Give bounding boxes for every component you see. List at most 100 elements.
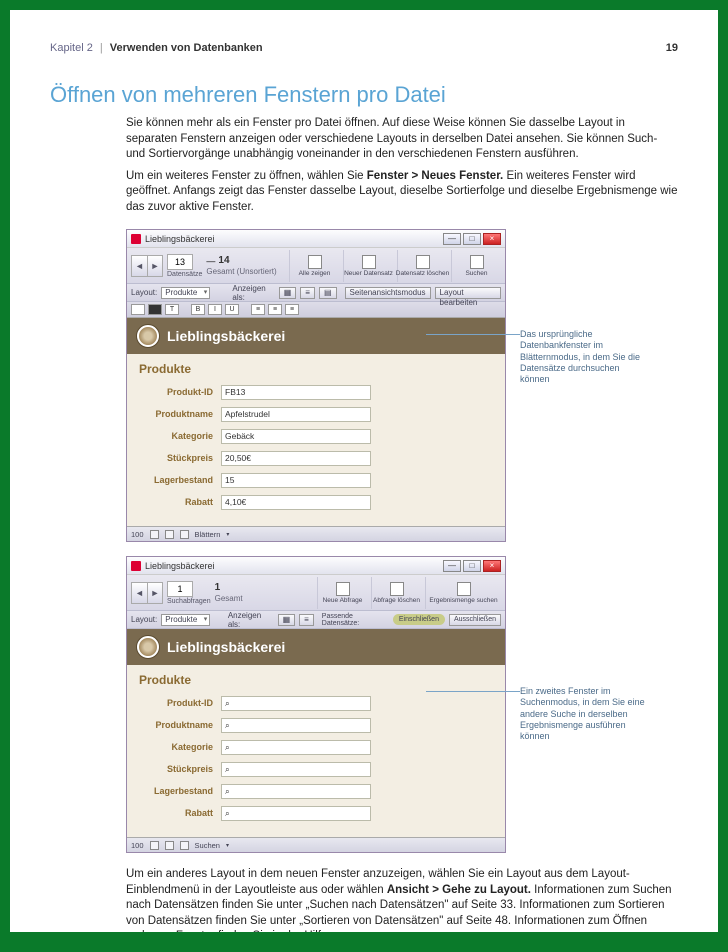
form-title: Produkte xyxy=(139,362,493,376)
tool-text[interactable]: T xyxy=(165,304,179,315)
view-form-button[interactable]: ▦ xyxy=(278,614,296,626)
document-page: Kapitel 2 | Verwenden von Datenbanken 19… xyxy=(10,10,718,932)
prev-record-button[interactable]: ◄ xyxy=(131,255,147,277)
lagerbestand-field[interactable]: ⌕ xyxy=(221,784,371,799)
paragraph-1: Sie können mehr als ein Fenster pro Date… xyxy=(126,116,678,163)
preview-mode-button[interactable]: Seitenansichtsmodus xyxy=(345,287,431,299)
layout-dropdown[interactable]: Produkte xyxy=(161,614,210,626)
status-icon[interactable] xyxy=(180,530,189,539)
field-label: Stückpreis xyxy=(139,453,221,463)
chapter-breadcrumb: Kapitel 2 | Verwenden von Datenbanken xyxy=(50,42,263,54)
delete-record-button[interactable]: Datensatz löschen xyxy=(397,250,447,282)
field-label: Produkt-ID xyxy=(139,387,221,397)
view-as-label: Anzeigen als: xyxy=(232,284,274,302)
zoom-out-icon[interactable] xyxy=(150,841,159,850)
screenshot-2-wrap: Lieblingsbäckerei — □ × ◄ ► 1 Suchabfrag… xyxy=(126,556,678,853)
titlebar: Lieblingsbäckerei — □ × xyxy=(127,557,505,575)
search-icon xyxy=(470,255,484,269)
prev-request-button[interactable]: ◄ xyxy=(131,582,147,604)
zoom-in-icon[interactable] xyxy=(165,530,174,539)
italic-button[interactable]: I xyxy=(208,304,222,315)
screenshot-1-wrap: Lieblingsbäckerei — □ × ◄ ► 13 Datensätz… xyxy=(126,229,678,542)
new-record-icon xyxy=(362,255,376,269)
stueckpreis-field[interactable]: ⌕ xyxy=(221,762,371,777)
field-label: Produkt-ID xyxy=(139,698,221,708)
field-label: Produktname xyxy=(139,720,221,730)
record-number-field[interactable]: 13 xyxy=(167,254,193,270)
find-marker-icon: ⌕ xyxy=(225,698,230,708)
view-table-button[interactable]: ▤ xyxy=(319,287,337,299)
main-toolbar: ◄ ► 13 Datensätze — 14 Gesamt (Unsortier… xyxy=(127,248,505,284)
exclude-button[interactable]: Ausschließen xyxy=(449,614,501,626)
status-icon[interactable] xyxy=(180,841,189,850)
produkt-id-field[interactable]: FB13 xyxy=(221,385,371,400)
produktname-field[interactable]: Apfelstrudel xyxy=(221,407,371,422)
edit-layout-button[interactable]: Layout bearbeiten xyxy=(435,287,501,299)
slider-icon[interactable]: — xyxy=(206,256,215,266)
rabatt-field[interactable]: 4,10€ xyxy=(221,495,371,510)
fill-black[interactable] xyxy=(148,304,162,315)
underline-button[interactable]: U xyxy=(225,304,239,315)
menu-path: Fenster > Neues Fenster. xyxy=(367,170,503,182)
next-record-button[interactable]: ► xyxy=(147,255,163,277)
delete-query-button[interactable]: Abfrage löschen xyxy=(371,577,421,609)
callout-2: Ein zweites Fenster im Suchenmodus, in d… xyxy=(520,686,650,742)
view-as-label: Anzeigen als: xyxy=(228,611,274,629)
new-record-button[interactable]: Neuer Datensatz xyxy=(343,250,393,282)
field-label: Stückpreis xyxy=(139,764,221,774)
content-header: Lieblingsbäckerei xyxy=(127,629,505,665)
minimize-button[interactable]: — xyxy=(443,233,461,245)
app-window-find: Lieblingsbäckerei — □ × ◄ ► 1 Suchabfrag… xyxy=(126,556,506,853)
layout-toolbar: Layout: Produkte Anzeigen als: ▦ ≡ Passe… xyxy=(127,611,505,629)
separator: | xyxy=(100,42,103,54)
zoom-in-icon[interactable] xyxy=(165,841,174,850)
maximize-button[interactable]: □ xyxy=(463,560,481,572)
close-button[interactable]: × xyxy=(483,560,501,572)
align-right-button[interactable]: ≡ xyxy=(285,304,299,315)
align-left-button[interactable]: ≡ xyxy=(251,304,265,315)
produkt-id-field[interactable]: ⌕ xyxy=(221,696,371,711)
form-title: Produkte xyxy=(139,673,493,687)
perform-find-button[interactable]: Ergebnismenge suchen xyxy=(425,577,501,609)
field-label: Rabatt xyxy=(139,497,221,507)
status-bar: 100 Suchen ▾ xyxy=(127,837,505,852)
new-query-icon xyxy=(336,582,350,596)
maximize-button[interactable]: □ xyxy=(463,233,481,245)
request-navigation: ◄ ► xyxy=(131,582,163,604)
lagerbestand-field[interactable]: 15 xyxy=(221,473,371,488)
callout-1: Das ursprüngliche Datenbankfenster im Bl… xyxy=(520,329,650,385)
zoom-out-icon[interactable] xyxy=(150,530,159,539)
close-button[interactable]: × xyxy=(483,233,501,245)
bold-button[interactable]: B xyxy=(191,304,205,315)
kategorie-field[interactable]: Gebäck xyxy=(221,429,371,444)
brand-title: Lieblingsbäckerei xyxy=(167,328,285,344)
show-all-button[interactable]: Alle zeigen xyxy=(289,250,339,282)
rabatt-field[interactable]: ⌕ xyxy=(221,806,371,821)
window-title: Lieblingsbäckerei xyxy=(145,234,443,244)
request-number-field[interactable]: 1 xyxy=(167,581,193,597)
layout-dropdown[interactable]: Produkte xyxy=(161,287,210,299)
window-title: Lieblingsbäckerei xyxy=(145,561,443,571)
minimize-button[interactable]: — xyxy=(443,560,461,572)
produktname-field[interactable]: ⌕ xyxy=(221,718,371,733)
view-form-button[interactable]: ▦ xyxy=(279,287,297,299)
next-request-button[interactable]: ► xyxy=(147,582,163,604)
kategorie-field[interactable]: ⌕ xyxy=(221,740,371,755)
page-header: Kapitel 2 | Verwenden von Datenbanken 19 xyxy=(50,42,678,54)
view-list-button[interactable]: ≡ xyxy=(299,614,314,626)
window-controls: — □ × xyxy=(443,560,501,572)
find-marker-icon: ⌕ xyxy=(225,742,230,752)
total-label: Gesamt xyxy=(215,594,243,603)
cookie-icon xyxy=(137,325,159,347)
find-button[interactable]: Suchen xyxy=(451,250,501,282)
new-query-button[interactable]: Neue Abfrage xyxy=(317,577,367,609)
align-center-button[interactable]: ≡ xyxy=(268,304,282,315)
fill-white[interactable] xyxy=(131,304,145,315)
total-count: 1 xyxy=(215,582,221,593)
include-button[interactable]: Einschließen xyxy=(393,614,445,625)
field-label: Kategorie xyxy=(139,431,221,441)
stueckpreis-field[interactable]: 20,50€ xyxy=(221,451,371,466)
view-list-button[interactable]: ≡ xyxy=(300,287,315,299)
app-icon xyxy=(131,234,141,244)
perform-find-icon xyxy=(457,582,471,596)
